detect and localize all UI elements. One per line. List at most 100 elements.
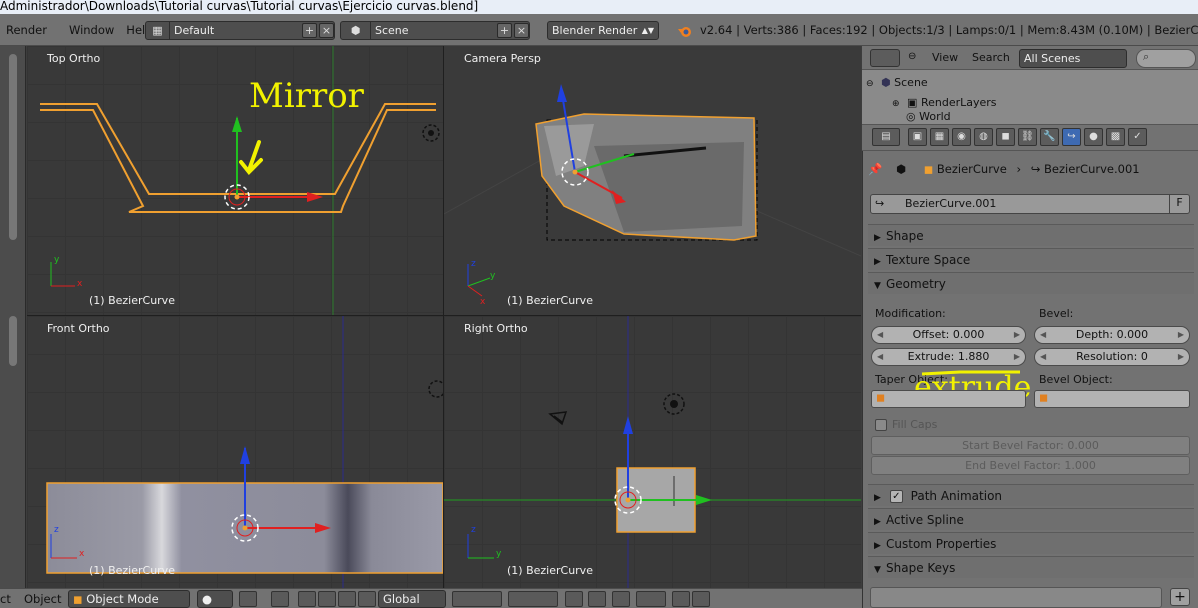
outliner-view-menu[interactable]: View (932, 51, 958, 64)
outliner-item-world[interactable]: ◎ World (906, 110, 951, 124)
snap-target-icon[interactable] (636, 591, 666, 607)
taper-object-field[interactable]: ◼ (871, 390, 1026, 408)
scrollbar[interactable] (9, 54, 17, 240)
window-title: Administrador\Downloads\Tutorial curvas\… (0, 0, 1198, 14)
proportional-edit-icon[interactable] (588, 591, 606, 607)
panel-shape[interactable]: ▶ Shape (868, 224, 1194, 246)
panel-path-animation[interactable]: ▶ ✓ Path Animation (868, 484, 1194, 506)
manipulator-icon[interactable] (298, 591, 316, 607)
display-mode-selector[interactable]: All Scenes (1019, 49, 1127, 68)
world-tab-icon[interactable]: ◍ (974, 128, 993, 146)
outliner-search-menu[interactable]: Search (972, 51, 1010, 64)
filter-icon[interactable]: ⊖ (908, 51, 916, 62)
constraints-tab-icon[interactable]: ⛓ (1018, 128, 1037, 146)
cut-menu-label[interactable]: ct (0, 591, 11, 607)
svg-text:y: y (490, 271, 496, 281)
cube-icon: ◼ (1039, 391, 1049, 404)
fill-caps-checkbox[interactable] (875, 419, 887, 431)
object-tab-icon[interactable]: ◼ (996, 128, 1015, 146)
viewport-right-ortho[interactable]: Right Ortho z y (1) BezierCurve (444, 316, 861, 588)
viewport-shading-selector[interactable]: ● (197, 590, 233, 608)
add-layout-icon[interactable]: + (302, 23, 317, 38)
lock-camera-icon[interactable] (565, 591, 583, 607)
offset-field[interactable]: ◀ Offset: 0.000 ▶ (871, 326, 1026, 344)
clapper-icon[interactable] (692, 591, 710, 607)
increment-arrow-icon[interactable]: ▶ (1014, 327, 1020, 343)
pin-icon[interactable]: 📌 (868, 162, 882, 176)
transform-orientation-selector[interactable]: Global (378, 590, 446, 608)
curve-data-tab-icon[interactable]: ↪ (1062, 128, 1081, 146)
increment-arrow-icon[interactable]: ▶ (1178, 349, 1184, 365)
decrement-arrow-icon[interactable]: ◀ (877, 327, 883, 343)
outliner-search-input[interactable]: ⌕ (1136, 49, 1196, 68)
active-object-label: (1) BezierCurve (507, 294, 593, 307)
editor-type-icon[interactable]: ▤ (872, 128, 900, 146)
panel-title: Geometry (886, 277, 946, 291)
panel-shape-keys[interactable]: ▼ Shape Keys (868, 556, 1194, 578)
layout-name: Default (174, 24, 215, 37)
end-bevel-factor-field[interactable]: End Bevel Factor: 1.000 (871, 456, 1190, 475)
object-menu[interactable]: Object (24, 591, 61, 607)
panel-active-spline[interactable]: ▶ Active Spline (868, 508, 1194, 530)
outliner-item-scene[interactable]: ⊖ ⬢ Scene (866, 73, 928, 93)
magnet-icon[interactable] (612, 591, 630, 607)
scene-selector[interactable]: ⬢ Scene + × (340, 21, 530, 40)
svg-text:z: z (471, 259, 476, 269)
panel-geometry[interactable]: ▼ Geometry (868, 272, 1194, 294)
pivot-icon[interactable] (239, 591, 257, 607)
translate-icon[interactable] (318, 591, 336, 607)
decrement-arrow-icon[interactable]: ◀ (1040, 349, 1046, 365)
scene-icon: ⬢ (895, 162, 907, 176)
viewport-divider[interactable] (27, 315, 861, 316)
increment-arrow-icon[interactable]: ▶ (1178, 327, 1184, 343)
decrement-arrow-icon[interactable]: ◀ (1040, 327, 1046, 343)
renderlayers-tab-icon[interactable]: ▦ (930, 128, 949, 146)
panel-title: Shape Keys (886, 561, 956, 575)
remove-layout-icon[interactable]: × (319, 23, 334, 38)
render-engine-selector[interactable]: Blender Render ▲▼ (547, 21, 659, 40)
editor-type-icon[interactable] (870, 49, 900, 67)
panel-texture-space[interactable]: ▶ Texture Space (868, 248, 1194, 270)
start-bevel-factor-field[interactable]: Start Bevel Factor: 0.000 (871, 436, 1190, 455)
viewport-divider[interactable] (443, 46, 444, 588)
render-tab-icon[interactable]: ▣ (908, 128, 927, 146)
front-ortho-scene: z x (46, 316, 443, 588)
extrude-field[interactable]: ◀ Extrude: 1.880 ▶ (871, 348, 1026, 366)
scrollbar[interactable] (9, 316, 17, 366)
menu-window[interactable]: Window (63, 23, 120, 37)
scene-statistics: v2.64 | Verts:386 | Faces:192 | Objects:… (700, 23, 1198, 37)
resolution-field[interactable]: ◀ Resolution: 0 ▶ (1034, 348, 1190, 366)
bevel-object-field[interactable]: ◼ (1034, 390, 1190, 408)
modifiers-tab-icon[interactable]: 🔧 (1040, 128, 1059, 146)
layers-grid-icon[interactable] (508, 591, 558, 607)
viewport-front-ortho[interactable]: Front Ortho z x (1) BezierCurve (27, 316, 443, 588)
panel-custom-properties[interactable]: ▶ Custom Properties (868, 532, 1194, 554)
decrement-arrow-icon[interactable]: ◀ (877, 349, 883, 365)
breadcrumb-object[interactable]: BezierCurve (937, 162, 1007, 176)
scene-tab-icon[interactable]: ◉ (952, 128, 971, 146)
pivot-point-icon[interactable] (271, 591, 289, 607)
material-tab-icon[interactable]: ● (1084, 128, 1103, 146)
add-scene-icon[interactable]: + (497, 23, 512, 38)
layers-grid-icon[interactable] (452, 591, 502, 607)
screen-layout-selector[interactable]: ▦ Default + × (145, 21, 335, 40)
active-object-label: (1) BezierCurve (507, 564, 593, 577)
breadcrumb-data[interactable]: BezierCurve.001 (1044, 162, 1140, 176)
remove-scene-icon[interactable]: × (514, 23, 529, 38)
mode-selector[interactable]: ◼ Object Mode (68, 590, 190, 608)
depth-field[interactable]: ◀ Depth: 0.000 ▶ (1034, 326, 1190, 344)
viewport-top-ortho[interactable]: Top Ortho y x Mirror (1) BezierCurve (27, 46, 443, 315)
viewport-camera-persp[interactable]: z y x Camera Persp (1) BezierCurve (444, 46, 861, 315)
menu-render[interactable]: Render (0, 23, 53, 37)
shape-keys-list[interactable] (870, 587, 1162, 608)
add-shape-key-icon[interactable]: + (1170, 588, 1190, 606)
path-animation-checkbox[interactable]: ✓ (889, 490, 903, 503)
fake-user-button[interactable]: F (1169, 194, 1189, 214)
scale-icon[interactable] (358, 591, 376, 607)
rotate-icon[interactable] (338, 591, 356, 607)
datablock-selector[interactable]: ↪ BezierCurve.001 F (870, 194, 1190, 214)
render-icon[interactable] (672, 591, 690, 607)
physics-tab-icon[interactable]: ✓ (1128, 128, 1147, 146)
increment-arrow-icon[interactable]: ▶ (1014, 349, 1020, 365)
texture-tab-icon[interactable]: ▩ (1106, 128, 1125, 146)
